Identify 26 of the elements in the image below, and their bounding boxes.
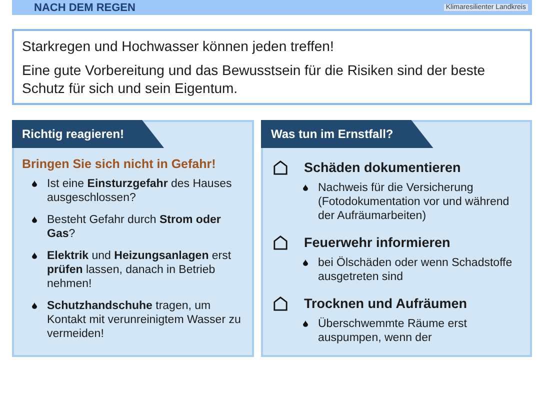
bullet-text: Nachweis für die Versicherung (Fotodokumentation vor und während der Aufräumarbeiten) [318,181,510,223]
bullet-text: bei Ölschäden oder wenn Schadstoffe ausgetreten sind [318,256,514,284]
bullet-text: Besteht Gefahr durch Strom oder Gas? [47,213,222,241]
drop-icon [32,180,37,187]
bullet-text: Überschwemmte Räume erst auspumpen, wenn der [318,317,468,345]
bullet-text: Schutzhandschuhe tragen, um Kontakt mit verunreinigtem Wasser zu vermeiden! [47,299,242,341]
house-icon [273,235,288,250]
house-icon [273,296,288,311]
drop-icon [32,302,37,309]
drop-icon [303,259,308,266]
page-title: NACH DEM REGEN [34,2,136,14]
drop-icon [303,184,308,191]
bullet-text: Ist eine Einsturzgefahr des Hauses ausgeschlossen? [47,177,233,205]
drop-icon [32,252,37,259]
section-heading: Feuerwehr informieren [304,235,450,250]
section-heading: Trocknen und Aufräumen [304,296,468,311]
drop-icon [32,216,37,223]
bullet-text: Elektrik und Heizungsanlagen erst prüfen lassen, danach in Betrieb nehmen! [47,249,232,291]
intro-text: Eine gute Vorbereitung und das Bewusstsein für die Risiken sind der beste Schutz für sich und sein Eigentum. [22,61,486,97]
intro-text: Starkregen und Hochwasser können jeden treffen! [22,37,335,55]
section-heading: Schäden dokumentieren [304,160,461,175]
panel-title: Was tun im Ernstfall? [261,120,434,148]
panel-title: Richtig reagieren! [12,120,164,148]
panel-subtitle: Bringen Sie sich nicht in Gefahr! [22,157,217,171]
house-icon [273,160,288,175]
drop-icon [303,320,308,327]
